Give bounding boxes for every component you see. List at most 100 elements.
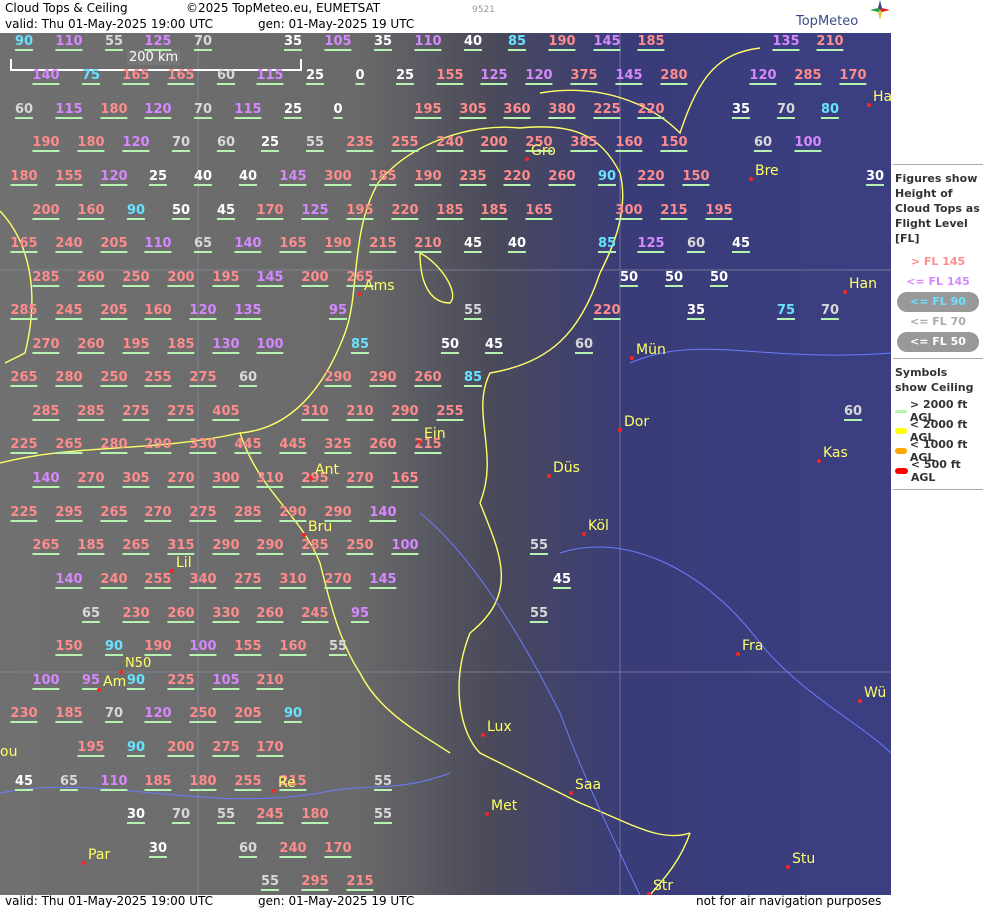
flight-level-label: 90 — [126, 740, 146, 757]
flight-level-label: 245 — [256, 807, 284, 824]
city-label: Wü — [857, 685, 887, 703]
flight-level-label: 0 — [355, 68, 365, 85]
flight-level-label: 260 — [369, 437, 397, 454]
brand-label: TopMeteo — [796, 14, 859, 29]
city-label: Mün — [630, 342, 666, 360]
city-label: Ein — [418, 426, 446, 444]
flight-level-label: 195 — [705, 203, 733, 220]
flight-level-label: 120 — [144, 706, 172, 723]
flight-level-label: 220 — [637, 102, 665, 119]
city-label: Gro — [525, 143, 556, 161]
flight-level-label: 85 — [350, 337, 370, 354]
flight-level-label: 40 — [463, 34, 483, 51]
flight-level-label: 255 — [234, 774, 262, 791]
flight-level-label: 210 — [414, 236, 442, 253]
flight-level-label: 110 — [144, 236, 172, 253]
flight-level-label: 55 — [216, 807, 236, 824]
flight-level-label: 285 — [77, 404, 105, 421]
flight-level-label: 60 — [14, 102, 34, 119]
generated-time: gen: 01-May-2025 19 UTC — [258, 17, 415, 31]
flight-level-label: 305 — [122, 471, 150, 488]
city-label: Met — [484, 798, 518, 816]
flight-level-label: 215 — [369, 236, 397, 253]
flight-level-label: 25 — [305, 68, 325, 85]
flight-level-label: 265 — [100, 505, 128, 522]
flight-level-label: 325 — [324, 437, 352, 454]
flight-level-label: 235 — [459, 169, 487, 186]
flight-level-label: 285 — [301, 538, 329, 555]
flight-level-label: 80 — [820, 102, 840, 119]
flight-level-label: 300 — [324, 169, 352, 186]
flight-level-label: 265 — [10, 370, 38, 387]
city-label: Str — [646, 878, 674, 895]
flight-level-label: 195 — [77, 740, 105, 757]
flight-level-label: 140 — [234, 236, 262, 253]
flight-level-label: 70 — [776, 102, 796, 119]
flight-level-label: 60 — [686, 236, 706, 253]
flight-level-label: 275 — [189, 370, 217, 387]
flight-level-label: 235 — [346, 135, 374, 152]
flight-level-label: 210 — [346, 404, 374, 421]
flight-level-label: 195 — [414, 102, 442, 119]
satellite-map[interactable]: 200 km N50 90 110 55 125 70 35 105 35 110 40 85 190… — [0, 33, 891, 895]
flight-level-label: 120 — [525, 68, 553, 85]
flight-level-label: 180 — [77, 135, 105, 152]
city-label: Dor — [617, 414, 650, 432]
legend-item-low: <= FL 90 — [897, 292, 979, 312]
flight-level-label: 220 — [391, 203, 419, 220]
flight-level-label: 185 — [167, 337, 195, 354]
flight-level-label: 260 — [548, 169, 576, 186]
flight-level-label: 160 — [279, 639, 307, 656]
flight-level-label: 260 — [77, 270, 105, 287]
flight-level-label: 70 — [171, 135, 191, 152]
flight-level-label: 55 — [529, 538, 549, 555]
map-code: 9521 — [472, 5, 495, 15]
flight-level-label: 135 — [772, 34, 800, 51]
flight-level-label: 270 — [77, 471, 105, 488]
flight-level-label: 280 — [55, 370, 83, 387]
flight-level-label: 220 — [593, 303, 621, 320]
flight-level-label: 250 — [189, 706, 217, 723]
flight-level-label: 300 — [615, 203, 643, 220]
city-label: Ams — [358, 278, 395, 296]
flight-level-label: 50 — [440, 337, 460, 354]
flight-level-label: 110 — [55, 34, 83, 51]
flight-level-label: 120 — [100, 169, 128, 186]
flight-level-label: 160 — [77, 203, 105, 220]
flight-level-label: 205 — [100, 236, 128, 253]
flight-level-label: 60 — [238, 370, 258, 387]
city-label: Kas — [817, 445, 848, 463]
flight-level-label: 125 — [144, 34, 172, 51]
flight-level-label: 150 — [682, 169, 710, 186]
flight-level-label: 170 — [324, 841, 352, 858]
city-label: ou — [0, 744, 18, 760]
flight-level-label: 60 — [753, 135, 773, 152]
flight-level-label: 35 — [686, 303, 706, 320]
flight-level-label: 265 — [122, 538, 150, 555]
flight-level-label: 260 — [414, 370, 442, 387]
flight-level-label: 125 — [480, 68, 508, 85]
flight-level-label: 200 — [480, 135, 508, 152]
flight-level-label: 200 — [167, 740, 195, 757]
flight-level-label: 75 — [776, 303, 796, 320]
flight-level-label: 225 — [10, 437, 38, 454]
flight-level-label: 195 — [346, 203, 374, 220]
city-label: Fra — [735, 638, 764, 656]
flight-level-label: 270 — [346, 471, 374, 488]
city-label: Saa — [568, 777, 602, 795]
flight-level-label: 55 — [305, 135, 325, 152]
flight-level-label: 255 — [436, 404, 464, 421]
flight-level-label: 280 — [100, 437, 128, 454]
flight-level-label: 50 — [664, 270, 684, 287]
flight-level-label: 285 — [10, 303, 38, 320]
flight-level-label: 270 — [32, 337, 60, 354]
flight-level-label: 290 — [391, 404, 419, 421]
legend-item-50: <= FL 50 — [897, 332, 979, 352]
flight-level-label: 250 — [346, 538, 374, 555]
flight-level-label: 255 — [391, 135, 419, 152]
city-label: Bru — [301, 519, 333, 537]
flight-level-label: 95 — [350, 606, 370, 623]
flight-level-label: 380 — [548, 102, 576, 119]
flight-level-label: 170 — [256, 740, 284, 757]
flight-level-label: 285 — [794, 68, 822, 85]
